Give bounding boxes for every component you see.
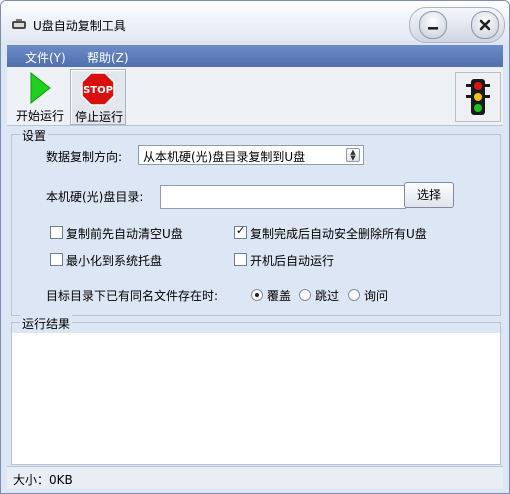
results-title: 运行结果: [20, 315, 73, 332]
window-title: U盘自动复制工具: [33, 19, 126, 33]
overwrite-radio[interactable]: [251, 289, 263, 301]
app-window: U盘自动复制工具 文件(Y) 帮助(Z) 开始运行 STOP 停止运行 设置 数…: [0, 0, 510, 494]
results-header: [12, 323, 500, 333]
settings-title: 设置: [20, 127, 49, 144]
status-bar: 大小：0KB: [7, 466, 503, 489]
browse-button[interactable]: 选择: [404, 182, 454, 208]
dropdown-arrow-icon: ▲ ▼: [346, 148, 360, 162]
clear-usb-checkbox[interactable]: [50, 226, 63, 239]
stop-label: 停止运行: [74, 110, 123, 124]
start-button[interactable]: 开始运行: [12, 69, 66, 123]
autostart-label: 开机后自动运行: [250, 254, 335, 268]
results-panel[interactable]: 运行结果: [11, 315, 501, 465]
play-icon: [30, 72, 51, 104]
stop-sign-text: STOP: [83, 85, 113, 96]
usb-drive-icon: [12, 19, 26, 29]
direction-value: 从本机硬(光)盘目录复制到U盘: [143, 150, 306, 164]
menu-file[interactable]: 文件(Y): [25, 49, 66, 66]
tray-label: 最小化到系统托盘: [66, 254, 163, 268]
tray-checkbox[interactable]: [50, 253, 63, 266]
size-status: 大小：0KB: [13, 473, 73, 487]
skip-label: 跳过: [315, 289, 340, 303]
ask-radio[interactable]: [348, 289, 360, 301]
menu-bar: 文件(Y) 帮助(Z): [7, 45, 503, 67]
stop-sign-icon: STOP: [81, 72, 115, 106]
menu-help[interactable]: 帮助(Z): [87, 49, 129, 66]
stop-button[interactable]: STOP 停止运行: [70, 69, 126, 125]
autostart-checkbox[interactable]: [234, 253, 247, 266]
clear-usb-label: 复制前先自动清空U盘: [66, 227, 183, 241]
conflict-label: 目标目录下已有同名文件存在时:: [46, 289, 219, 303]
direction-dropdown[interactable]: 从本机硬(光)盘目录复制到U盘 ▲ ▼: [138, 145, 364, 165]
start-label: 开始运行: [15, 109, 64, 123]
safe-eject-checkbox[interactable]: [234, 224, 247, 239]
status-light: [455, 72, 501, 122]
dir-label: 本机硬(光)盘目录:: [46, 190, 144, 204]
skip-radio[interactable]: [299, 289, 311, 301]
dir-input[interactable]: [160, 185, 406, 209]
direction-label: 数据复制方向:: [46, 150, 123, 164]
toolbar: 开始运行 STOP 停止运行: [7, 67, 503, 126]
title-bar[interactable]: U盘自动复制工具: [1, 1, 509, 45]
traffic-light-icon: [466, 79, 490, 115]
close-icon: [479, 19, 491, 31]
overwrite-label: 覆盖: [267, 289, 292, 303]
minimize-icon: [428, 27, 438, 30]
safe-eject-label: 复制完成后自动安全删除所有U盘: [250, 227, 427, 241]
ask-label: 询问: [364, 289, 389, 303]
close-button[interactable]: [471, 11, 499, 39]
minimize-button[interactable]: [419, 11, 447, 39]
